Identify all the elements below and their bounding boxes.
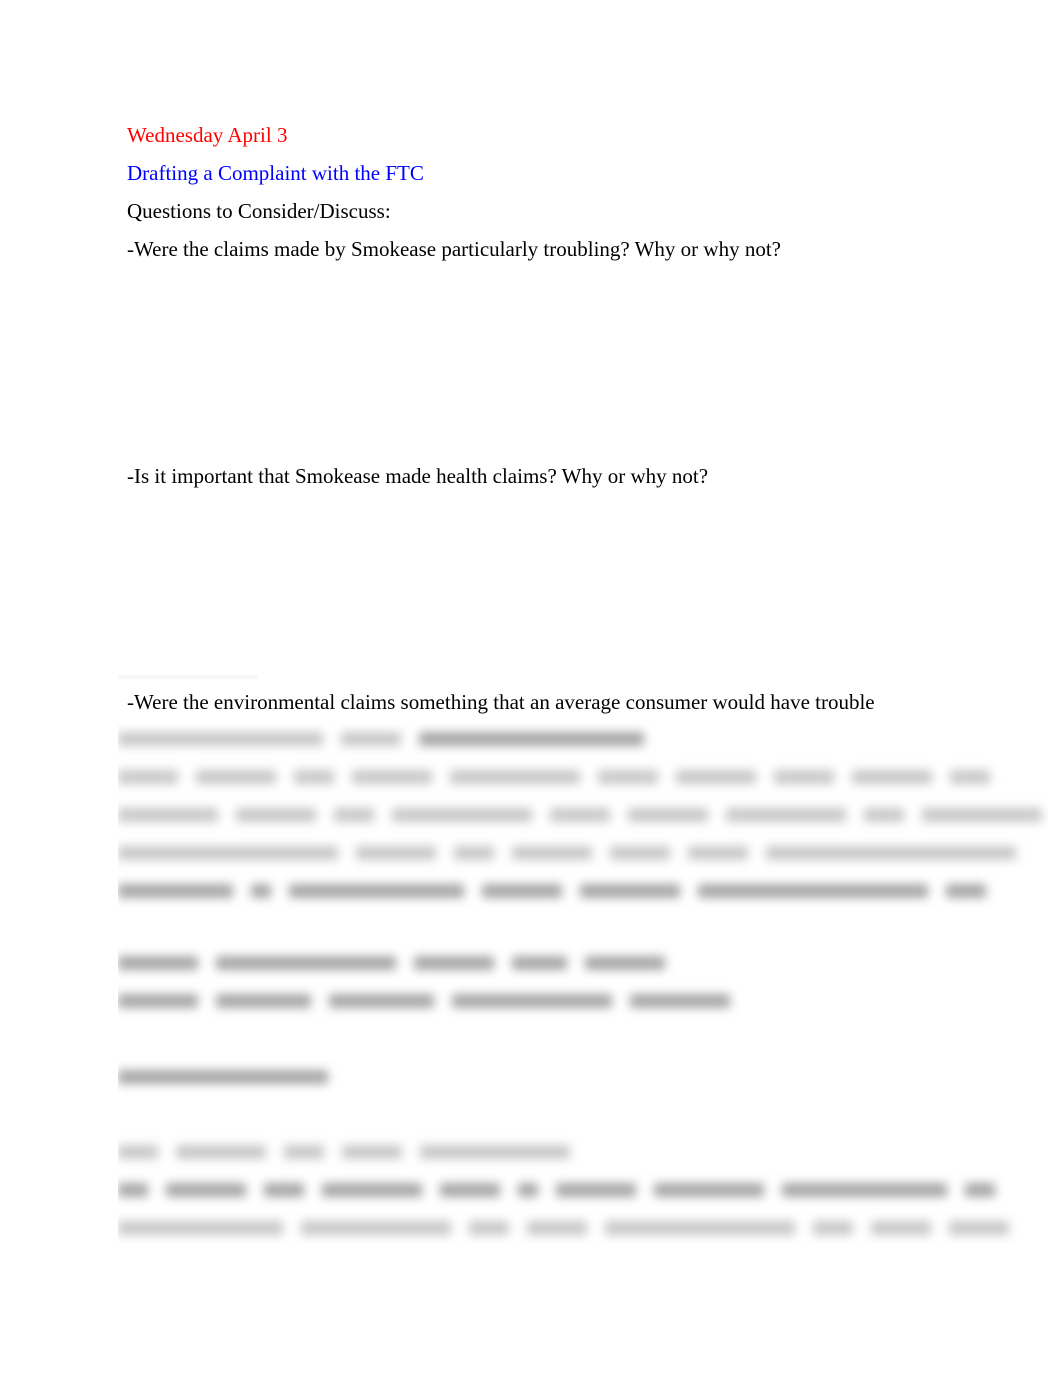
question-3: -Were the environmental claims something…	[127, 690, 875, 714]
question-1: -Were the claims made by Smokease partic…	[127, 237, 781, 261]
question-2: -Is it important that Smokease made heal…	[127, 464, 709, 488]
document-title: Drafting a Complaint with the FTC	[127, 161, 424, 185]
date-heading: Wednesday April 3	[127, 123, 288, 147]
questions-intro: Questions to Consider/Discuss:	[127, 199, 391, 223]
obscured-content	[118, 724, 1048, 1244]
divider	[118, 676, 258, 678]
